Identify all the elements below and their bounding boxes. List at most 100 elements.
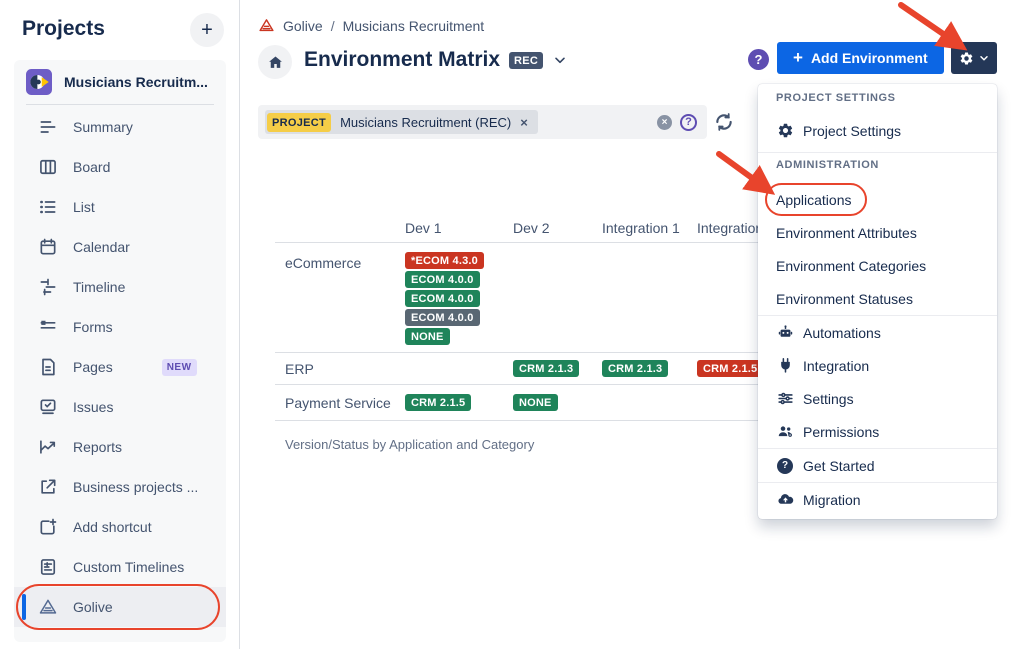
breadcrumb-golive[interactable]: Golive: [283, 18, 323, 34]
refresh-icon[interactable]: [714, 112, 734, 132]
menu-item-integration[interactable]: Integration: [758, 349, 997, 382]
menu-item-automations[interactable]: Automations: [758, 316, 997, 349]
page-title-text: Environment Matrix: [304, 48, 500, 72]
version-badge[interactable]: CRM 2.1.5: [405, 394, 471, 411]
forms-icon: [38, 317, 58, 337]
robot-icon: [776, 324, 794, 342]
users-gear-icon: [776, 423, 794, 441]
sidebar-item-label: Board: [73, 159, 110, 175]
settings-menu-button[interactable]: [951, 42, 997, 74]
sidebar-item-issues[interactable]: Issues: [14, 387, 226, 427]
calendar-icon: [38, 237, 58, 257]
chip-value: Musicians Recruitment (REC): [333, 115, 518, 130]
add-environment-button[interactable]: + Add Environment: [777, 42, 944, 74]
clear-filters-icon[interactable]: ×: [657, 115, 672, 130]
sliders-icon: [776, 390, 794, 408]
menu-item-label: Applications: [776, 192, 852, 208]
table-divider: [275, 352, 758, 353]
sidebar-item-pages[interactable]: Pages NEW: [14, 347, 226, 387]
project-selector[interactable]: Musicians Recruitm...: [14, 60, 226, 104]
menu-item-applications[interactable]: Applications: [758, 183, 997, 216]
menu-item-label: Settings: [803, 391, 854, 407]
project-name: Musicians Recruitm...: [64, 74, 208, 90]
sidebar-item-board[interactable]: Board: [14, 147, 226, 187]
sidebar-item-label: Summary: [73, 119, 133, 135]
menu-item-environment-statuses[interactable]: Environment Statuses: [758, 282, 997, 315]
menu-item-label: Integration: [803, 358, 869, 374]
projects-sidebar: Projects + Musicians Recruitm... Summary…: [0, 0, 240, 649]
sidebar-item-add-shortcut[interactable]: Add shortcut: [14, 507, 226, 547]
add-environment-label: Add Environment: [811, 50, 928, 66]
menu-item-environment-categories[interactable]: Environment Categories: [758, 249, 997, 282]
menu-item-project-settings[interactable]: Project Settings: [758, 114, 997, 147]
chevron-down-icon[interactable]: [552, 52, 568, 68]
sidebar-item-label: Custom Timelines: [73, 559, 184, 575]
sidebar-item-golive[interactable]: Golive: [14, 587, 226, 627]
custom-timelines-icon: [38, 557, 58, 577]
sidebar-title: Projects: [22, 17, 105, 41]
version-badge[interactable]: NONE: [513, 394, 558, 411]
table-divider: [275, 420, 758, 421]
home-icon[interactable]: [258, 45, 292, 79]
menu-item-label: Project Settings: [803, 123, 901, 139]
divider: [758, 152, 997, 153]
sidebar-item-list[interactable]: List: [14, 187, 226, 227]
version-badge[interactable]: CRM 2.1.3: [602, 360, 668, 377]
version-badge[interactable]: ECOM 4.0.0: [405, 271, 480, 288]
timeline-icon: [38, 277, 58, 297]
menu-item-environment-attributes[interactable]: Environment Attributes: [758, 216, 997, 249]
breadcrumb-project[interactable]: Musicians Recruitment: [343, 18, 485, 34]
sidebar-item-timeline[interactable]: Timeline: [14, 267, 226, 307]
sidebar-item-forms[interactable]: Forms: [14, 307, 226, 347]
menu-item-label: Environment Attributes: [776, 225, 917, 241]
external-link-icon: [38, 477, 58, 497]
sidebar-item-label: Forms: [73, 319, 113, 335]
cell-ecommerce-dev1: *ECOM 4.3.0 ECOM 4.0.0 ECOM 4.0.0 ECOM 4…: [405, 252, 484, 345]
filter-help-icon[interactable]: ?: [680, 114, 697, 131]
sidebar-item-label: Golive: [73, 599, 113, 615]
plus-icon: +: [793, 48, 803, 68]
golive-icon: [38, 597, 58, 617]
version-badge[interactable]: *ECOM 4.3.0: [405, 252, 484, 269]
project-avatar: [26, 69, 52, 95]
chip-remove-icon[interactable]: ×: [518, 115, 536, 130]
help-icon[interactable]: ?: [748, 49, 769, 70]
breadcrumb-separator: /: [331, 18, 335, 34]
row-label-payment-service: Payment Service: [285, 395, 391, 411]
add-shortcut-icon: [38, 517, 58, 537]
add-project-button[interactable]: +: [190, 13, 224, 47]
sidebar-item-label: Reports: [73, 439, 122, 455]
menu-item-settings[interactable]: Settings: [758, 382, 997, 415]
version-badge[interactable]: ECOM 4.0.0: [405, 290, 480, 307]
divider: [26, 104, 214, 105]
sidebar-item-business-projects[interactable]: Business projects ...: [14, 467, 226, 507]
active-indicator: [22, 594, 26, 620]
sidebar-item-label: Issues: [73, 399, 113, 415]
sidebar-item-label: Calendar: [73, 239, 130, 255]
version-badge[interactable]: NONE: [405, 328, 450, 345]
gear-icon: [959, 51, 974, 66]
menu-item-label: Automations: [803, 325, 881, 341]
project-key-badge: REC: [509, 52, 543, 69]
page-title: Environment Matrix REC: [304, 48, 568, 72]
settings-dropdown-menu: PROJECT SETTINGS Project Settings ADMINI…: [758, 84, 997, 519]
sidebar-item-summary[interactable]: Summary: [14, 107, 226, 147]
menu-item-get-started[interactable]: ? Get Started: [758, 449, 997, 482]
row-label-ecommerce: eCommerce: [285, 255, 361, 271]
plug-icon: [776, 357, 794, 375]
sidebar-item-calendar[interactable]: Calendar: [14, 227, 226, 267]
column-header-integration1: Integration 1: [602, 220, 680, 236]
menu-item-permissions[interactable]: Permissions: [758, 415, 997, 448]
version-badge[interactable]: CRM 2.1.5: [697, 360, 763, 377]
version-badge[interactable]: ECOM 4.0.0: [405, 309, 480, 326]
menu-item-migration[interactable]: Migration: [758, 483, 997, 516]
version-badge[interactable]: CRM 2.1.3: [513, 360, 579, 377]
sidebar-item-reports[interactable]: Reports: [14, 427, 226, 467]
chip-type-badge: PROJECT: [267, 113, 331, 132]
breadcrumb: Golive / Musicians Recruitment: [258, 17, 484, 34]
summary-icon: [38, 117, 58, 137]
project-filter-chip[interactable]: PROJECT Musicians Recruitment (REC) ×: [265, 110, 538, 134]
sidebar-item-custom-timelines[interactable]: Custom Timelines: [14, 547, 226, 587]
menu-item-label: Environment Statuses: [776, 291, 913, 307]
column-header-dev1: Dev 1: [405, 220, 442, 236]
